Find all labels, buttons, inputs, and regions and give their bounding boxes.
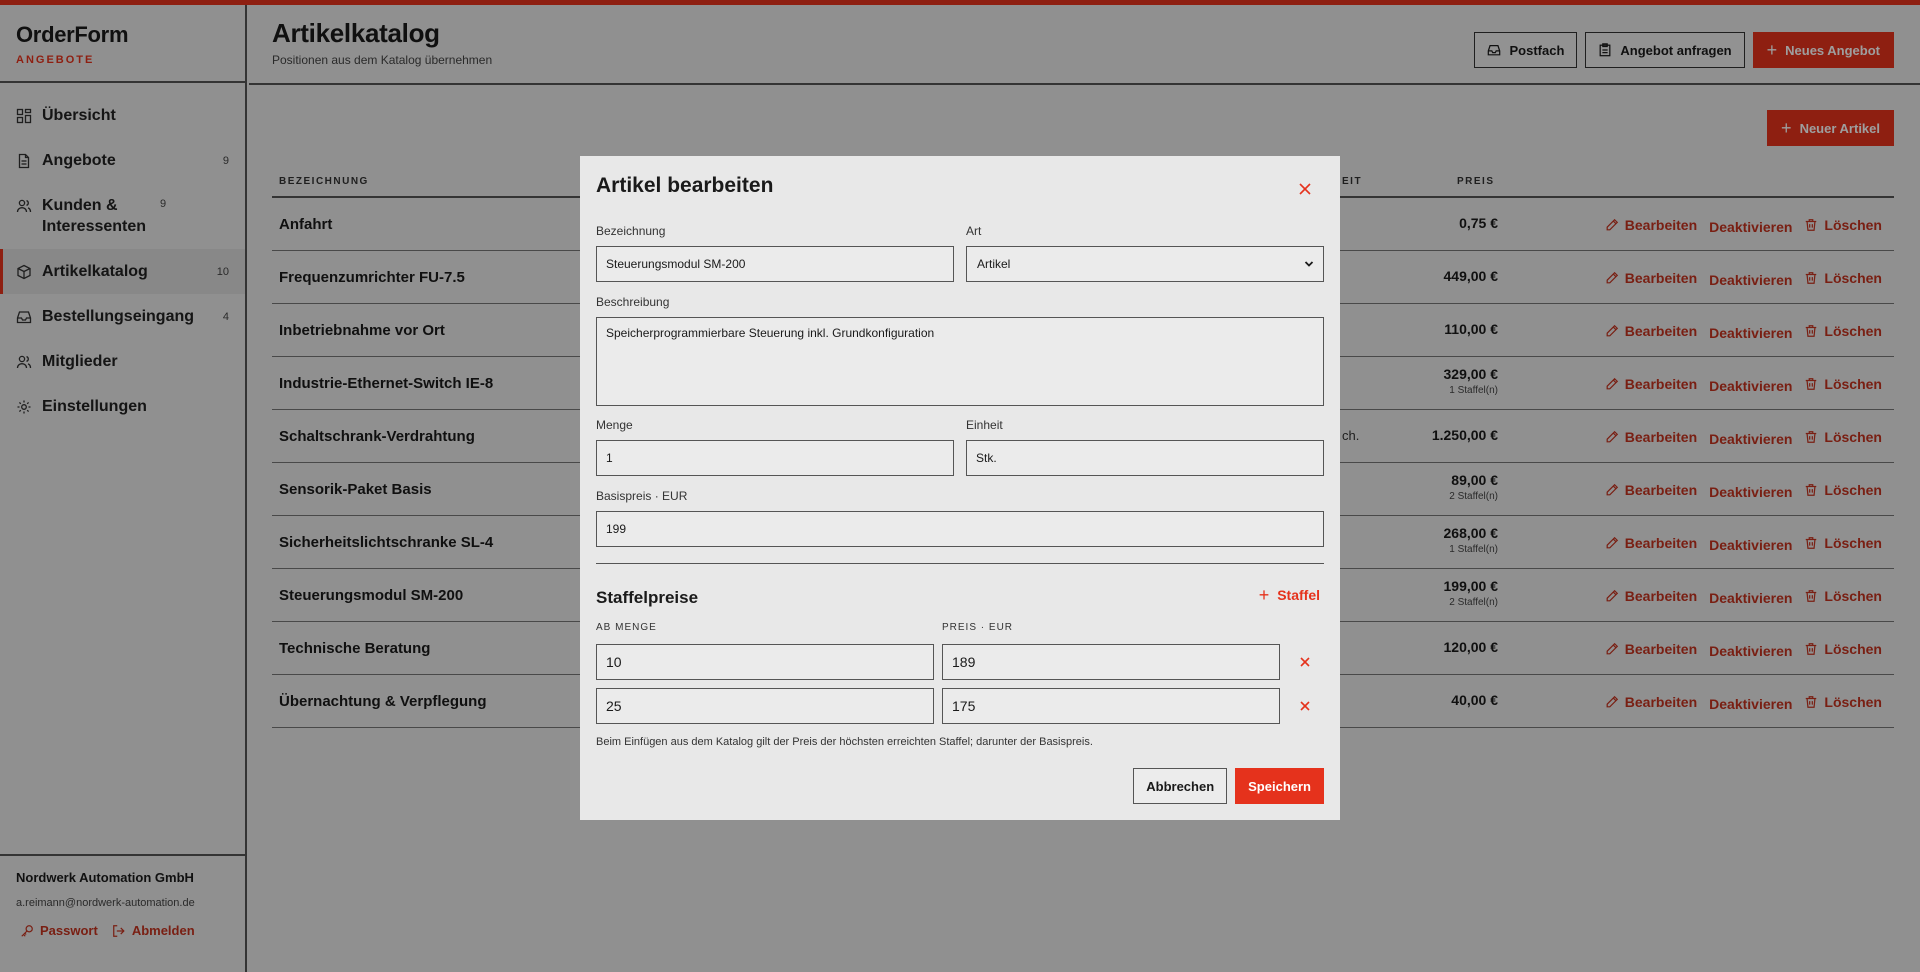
save-button[interactable]: Speichern	[1235, 768, 1324, 804]
base-price-label: Basispreis · EUR	[596, 489, 688, 503]
description-textarea[interactable]: Speicherprogrammierbare Steuerung inkl. …	[596, 317, 1324, 406]
edit-article-dialog: Artikel bearbeiten Bezeichnung Art Artik…	[580, 156, 1340, 820]
tier-price-input[interactable]	[942, 644, 1280, 680]
base-price-input[interactable]	[596, 511, 1324, 547]
column-label-tier-price: PREIS · EUR	[942, 622, 1014, 633]
tier-hint-text: Beim Einfügen aus dem Katalog gilt der P…	[596, 736, 1093, 748]
tier-row	[596, 688, 934, 724]
remove-tier-icon[interactable]	[1298, 699, 1312, 713]
type-select[interactable]: Artikel	[966, 246, 1324, 282]
quantity-label: Menge	[596, 418, 633, 432]
add-tier-label: Staffel	[1277, 587, 1320, 603]
quantity-input[interactable]	[596, 440, 954, 476]
name-input[interactable]	[596, 246, 954, 282]
section-divider	[596, 563, 1324, 564]
column-label-from-qty: AB MENGE	[596, 622, 657, 633]
dialog-title: Artikel bearbeiten	[596, 174, 774, 197]
tier-from-input[interactable]	[596, 644, 934, 680]
cancel-button[interactable]: Abbrechen	[1133, 768, 1228, 804]
remove-tier-icon[interactable]	[1298, 655, 1312, 669]
tier-row	[596, 644, 934, 680]
tier-price-input[interactable]	[942, 688, 1280, 724]
unit-input[interactable]	[966, 440, 1324, 476]
plus-icon: +	[1258, 585, 1270, 605]
tier-prices-title: Staffelpreise	[596, 588, 699, 607]
description-label: Beschreibung	[596, 295, 670, 309]
type-label: Art	[966, 224, 982, 238]
close-icon[interactable]	[1296, 180, 1314, 198]
tier-from-input[interactable]	[596, 688, 934, 724]
add-tier-button[interactable]: + Staffel	[1259, 586, 1320, 604]
name-label: Bezeichnung	[596, 224, 666, 238]
type-select-value: Artikel	[977, 257, 1011, 271]
unit-label: Einheit	[966, 418, 1003, 432]
